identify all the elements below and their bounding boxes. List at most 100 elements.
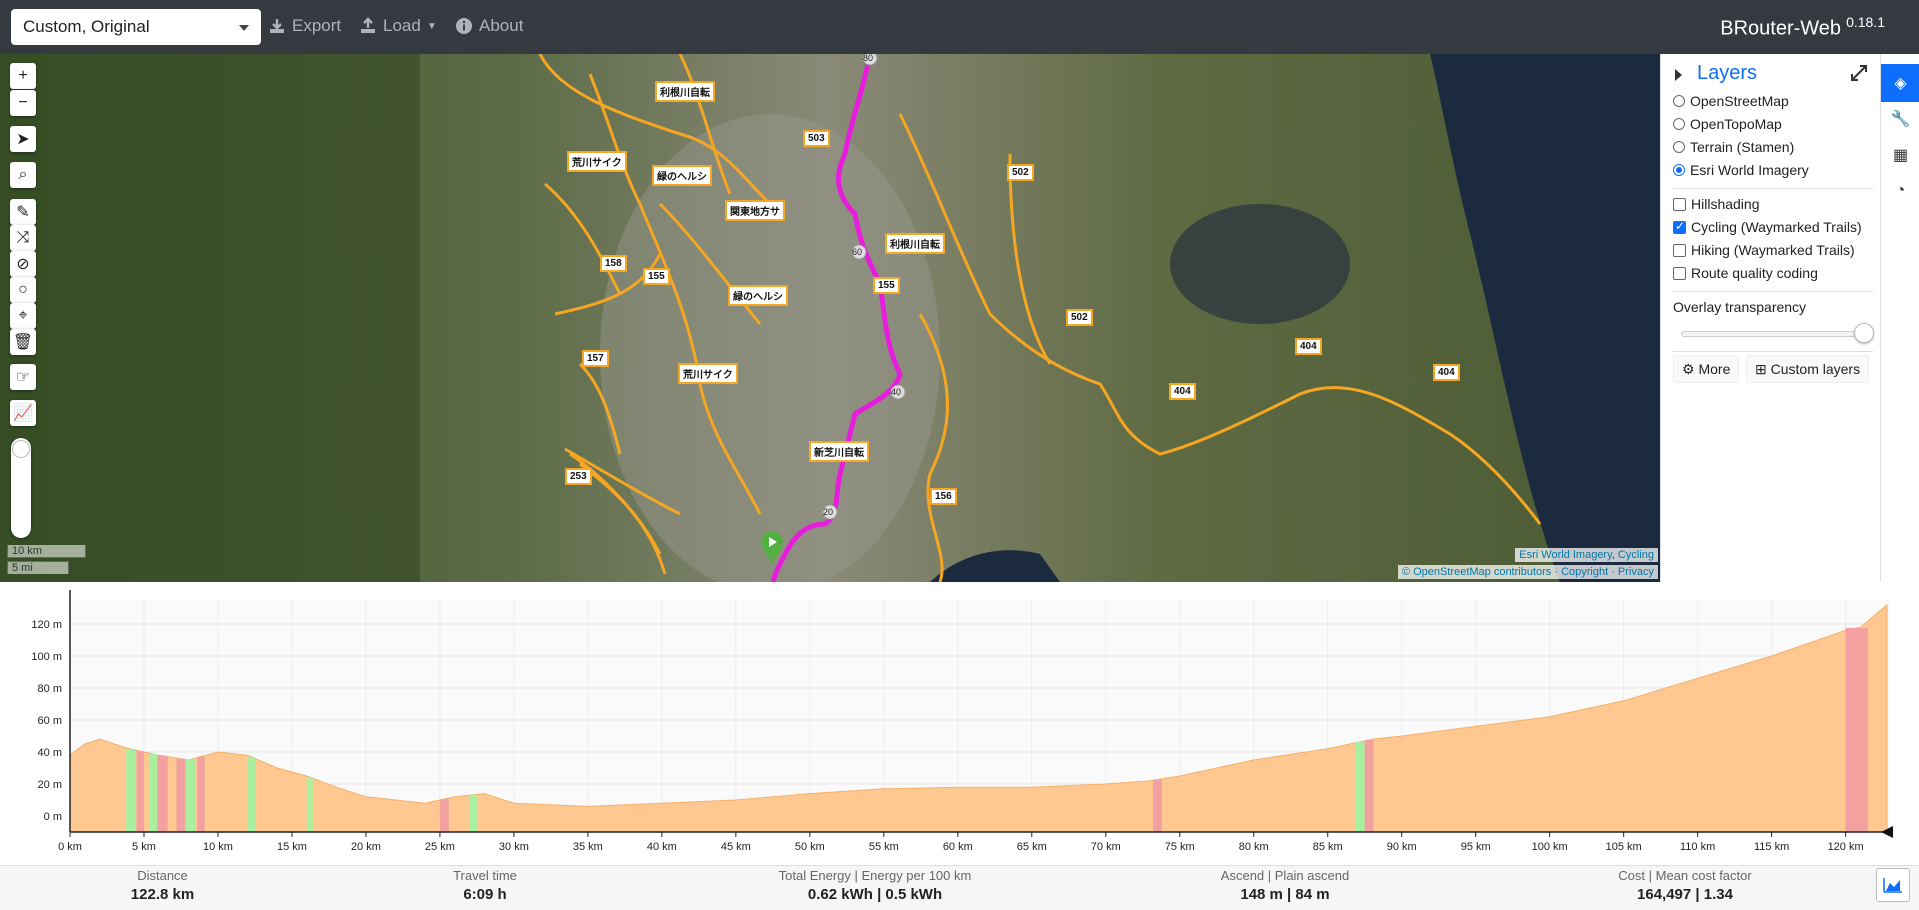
- x-tick-label: 105 km: [1606, 841, 1642, 853]
- x-tick-label: 35 km: [573, 841, 603, 853]
- divider: [1673, 351, 1873, 352]
- stat-value: 122.8 km: [130, 886, 195, 903]
- overlay-hiking[interactable]: Hiking (Waymarked Trails): [1673, 242, 1855, 258]
- y-tick-label: 0 m: [44, 811, 62, 823]
- more-label: More: [1698, 361, 1731, 377]
- layer-label: OpenTopoMap: [1690, 116, 1782, 132]
- steep-segment: [136, 751, 144, 832]
- start-marker-icon[interactable]: [761, 531, 783, 565]
- draw-route-icon[interactable]: ✎: [10, 199, 36, 225]
- route-km-marker: 80: [863, 54, 874, 63]
- x-tick-label: 65 km: [1017, 841, 1047, 853]
- road-label: 緑のヘルシ: [728, 285, 788, 306]
- stat-value: 6:09 h: [463, 886, 507, 903]
- descent-segment: [306, 777, 313, 832]
- reverse-route-icon[interactable]: ⤨: [10, 225, 36, 251]
- custom-layers-button[interactable]: ⊞ Custom layers: [1746, 355, 1870, 383]
- layer-openstreetmap[interactable]: OpenStreetMap: [1673, 93, 1789, 109]
- descent-segment: [185, 759, 196, 832]
- circle-nogo-icon[interactable]: ○: [10, 277, 36, 303]
- export-button[interactable]: Export: [268, 16, 341, 36]
- caret-right-icon[interactable]: [1675, 69, 1682, 81]
- x-tick-label: 25 km: [425, 841, 455, 853]
- scale-mi: 5 mi: [7, 561, 69, 574]
- tab-analysis[interactable]: ◔: [1881, 172, 1919, 210]
- overlay-label: Route quality coding: [1691, 265, 1818, 281]
- no-go-area-icon[interactable]: ⊘: [10, 251, 36, 277]
- zoom-out-button[interactable]: −: [10, 90, 36, 116]
- route-stats: Distance 122.8 km Travel time 6:09 h Total…: [0, 865, 1919, 910]
- road-label: 253: [565, 468, 592, 485]
- road-label: 利根川自転: [885, 233, 945, 254]
- attribution-link[interactable]: Esri World Imagery: [1519, 549, 1612, 561]
- upload-icon: [361, 17, 375, 33]
- stat-energy: Total Energy | Energy per 100 km 0.62 kWh…: [740, 866, 1010, 903]
- attribution-text[interactable]: © OpenStreetMap contributors · Copyright…: [1402, 566, 1654, 578]
- x-tick-label: 20 km: [351, 841, 381, 853]
- elevation-profile[interactable]: 0 m 20 m 40 m 60 m 80 m 100 m 120 m 0 km 5 km 10 …: [0, 582, 1919, 865]
- route-opacity-slider[interactable]: [11, 438, 31, 538]
- tab-itinerary[interactable]: ▦: [1881, 136, 1919, 174]
- road-label: 緑のヘルシ: [652, 165, 712, 186]
- x-tick-label: 55 km: [869, 841, 899, 853]
- strava-icon[interactable]: ☞: [10, 364, 36, 390]
- y-tick-label: 120 m: [31, 619, 62, 631]
- x-tick-label: 40 km: [647, 841, 677, 853]
- expand-icon[interactable]: [1850, 64, 1868, 82]
- tab-layers[interactable]: ◈: [1881, 64, 1919, 102]
- radio-button[interactable]: [1673, 118, 1685, 130]
- road-label: 503: [803, 130, 830, 147]
- checkbox[interactable]: [1673, 219, 1686, 234]
- about-button[interactable]: About: [455, 16, 523, 36]
- delete-last-point-icon[interactable]: ⌖: [10, 303, 36, 329]
- x-tick-label: 85 km: [1313, 841, 1343, 853]
- stat-cost: Cost | Mean cost factor 164,497 | 1.34: [1580, 866, 1790, 903]
- layer-label: OpenStreetMap: [1690, 93, 1789, 109]
- locate-icon[interactable]: ➤: [10, 126, 36, 152]
- layer-attribution: Esri World Imagery, Cycling: [1515, 548, 1658, 562]
- zoom-in-button[interactable]: +: [10, 63, 36, 89]
- checkbox[interactable]: [1673, 197, 1686, 211]
- layer-opentopomap[interactable]: OpenTopoMap: [1673, 116, 1782, 132]
- layer-terrain[interactable]: Terrain (Stamen): [1673, 139, 1794, 155]
- map-view[interactable]: 80 60 40 20 利根川自転 荒川サイク 緑のヘルシ 関東地方サ 利根川自…: [0, 54, 1660, 582]
- sidebar-tabs: ◈ 🔧 ▦ ◔: [1880, 54, 1919, 582]
- stat-label: Distance: [137, 868, 188, 883]
- road-label: 荒川サイク: [678, 363, 738, 384]
- checkbox[interactable]: [1673, 243, 1686, 257]
- attribution-link[interactable]: Cycling: [1618, 549, 1654, 561]
- overlay-route-quality[interactable]: Route quality coding: [1673, 265, 1818, 281]
- toggle-elevation-button[interactable]: [1876, 868, 1910, 902]
- overlay-transparency-slider[interactable]: [1681, 331, 1861, 337]
- stat-value: 0.62 kWh | 0.5 kWh: [807, 886, 943, 903]
- profile-select[interactable]: Custom, Original: [11, 9, 261, 45]
- x-tick-label: 120 km: [1828, 841, 1864, 853]
- road-label: 156: [930, 488, 957, 505]
- descent-segment: [126, 749, 136, 832]
- x-tick-label: 110 km: [1680, 841, 1715, 853]
- road-label: 502: [1066, 309, 1093, 326]
- x-tick-label: 100 km: [1532, 841, 1568, 853]
- slider-knob[interactable]: [12, 440, 30, 458]
- more-layers-button[interactable]: ⚙ More: [1673, 355, 1740, 383]
- checkbox[interactable]: [1673, 266, 1686, 280]
- route-km-marker: 20: [823, 507, 834, 517]
- elevation-chart[interactable]: 0 m 20 m 40 m 60 m 80 m 100 m 120 m 0 km 5 km 10 …: [0, 582, 1919, 865]
- layers-sidebar: Layers OpenStreetMap OpenTopoMap Terrain…: [1660, 54, 1880, 582]
- search-icon[interactable]: ⌕: [10, 162, 36, 188]
- stat-label: Cost | Mean cost factor: [1618, 868, 1752, 883]
- radio-button[interactable]: [1673, 95, 1685, 107]
- load-dropdown[interactable]: Load ▼: [359, 16, 437, 36]
- radio-button[interactable]: [1673, 141, 1685, 153]
- trash-icon[interactable]: 🗑: [10, 329, 36, 355]
- elevation-chart-icon[interactable]: 📈: [10, 400, 36, 426]
- slider-knob[interactable]: [1854, 323, 1874, 343]
- plus-square-icon: ⊞: [1755, 361, 1767, 377]
- radio-button[interactable]: [1673, 164, 1685, 176]
- layer-esri-world-imagery[interactable]: Esri World Imagery: [1673, 162, 1809, 178]
- overlay-hillshading[interactable]: Hillshading: [1673, 196, 1759, 212]
- overlay-cycling[interactable]: Cycling (Waymarked Trails): [1673, 219, 1862, 235]
- x-tick-label: 50 km: [795, 841, 825, 853]
- tab-settings[interactable]: 🔧: [1881, 100, 1919, 138]
- wrench-icon: 🔧: [1890, 111, 1911, 128]
